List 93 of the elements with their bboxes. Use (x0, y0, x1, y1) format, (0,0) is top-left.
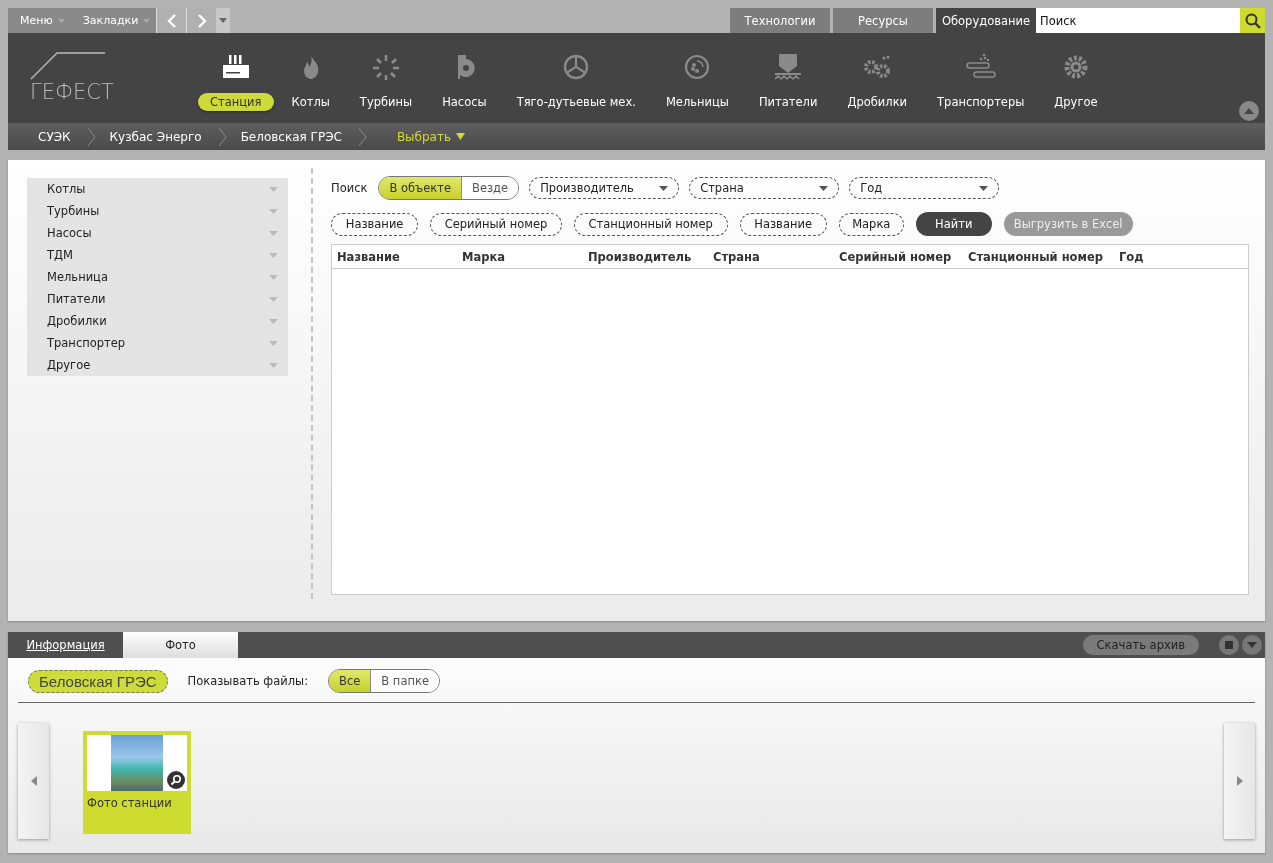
search-icon (1244, 12, 1261, 29)
caret-icon (269, 340, 278, 346)
arrow-right-icon (1236, 776, 1243, 786)
sidebar-item[interactable]: Транспортер (27, 332, 288, 354)
filter-field[interactable]: Станционный номер (573, 212, 728, 236)
filter-field[interactable]: Марка (838, 212, 904, 236)
zoom-icon[interactable] (167, 771, 185, 789)
forward-button[interactable] (186, 8, 217, 33)
caret-icon (269, 318, 278, 324)
files-option[interactable]: В папке (371, 670, 439, 692)
caret-icon (269, 274, 278, 280)
panel-tab[interactable]: Информация (8, 632, 123, 658)
column-header: Производитель (588, 249, 693, 264)
logo-text: ГЕФЕСТ (30, 80, 115, 104)
caret-icon (57, 18, 65, 23)
find-button[interactable]: Найти (915, 212, 992, 236)
breadcrumb-link[interactable]: Кузбас Энерго (109, 129, 218, 144)
photo-card[interactable]: Фото станции (83, 731, 191, 834)
sidebar-item[interactable]: Другое (27, 354, 288, 376)
sidebar-item[interactable]: Турбины (27, 200, 288, 222)
stop-button[interactable] (1219, 635, 1239, 655)
column-header: Марка (462, 249, 506, 264)
chevron-right-icon (196, 13, 207, 28)
category-tab[interactable]: Котлы (279, 93, 342, 111)
fan-icon (371, 53, 401, 81)
category-tab[interactable]: Дробилки (835, 93, 920, 111)
caret-up-icon (1244, 108, 1254, 114)
panel-tab[interactable]: Фото (123, 632, 238, 658)
search-label: Поиск (331, 181, 368, 195)
expand-button[interactable] (1242, 635, 1262, 655)
column-header: Станционный номер (968, 249, 1104, 264)
caret-icon (979, 185, 989, 191)
sidebar-item[interactable]: Насосы (27, 222, 288, 244)
section-tab[interactable]: Оборудование (936, 8, 1036, 33)
square-icon (1225, 641, 1233, 649)
section-tab[interactable]: Ресурсы (833, 8, 933, 33)
column-header: Название (337, 249, 401, 264)
collapse-button[interactable] (1239, 101, 1259, 121)
category-tab[interactable]: Мельницы (653, 93, 741, 111)
section-tab[interactable]: Технологии (730, 8, 830, 33)
category-tab[interactable]: Другое (1042, 93, 1110, 111)
chevron-icon (86, 126, 96, 147)
factory-icon (220, 53, 251, 81)
chevron-icon (217, 126, 227, 147)
column-header: Серийный номер (839, 249, 953, 264)
category-tab[interactable]: Питатели (746, 93, 830, 111)
photo-placeholder (111, 735, 163, 791)
sidebar-item[interactable]: Котлы (27, 178, 288, 200)
files-option[interactable]: Все (329, 670, 372, 692)
caret-icon (1247, 642, 1257, 648)
caret-icon (269, 230, 278, 236)
category-tab[interactable]: Насосы (430, 93, 499, 111)
column-header: Страна (713, 249, 761, 264)
sidebar-item[interactable]: Дробилки (27, 310, 288, 332)
category-tab[interactable]: Тяго-дутьевые мех. (504, 93, 648, 111)
chevron-icon (357, 126, 367, 147)
caret-icon (269, 208, 278, 214)
caret-icon (269, 252, 278, 258)
caret-icon (269, 186, 278, 192)
sidebar-item[interactable]: ТДМ (27, 244, 288, 266)
show-files-label: Показывать файлы: (187, 674, 309, 688)
caret-icon (219, 18, 228, 23)
select-dropdown[interactable]: Выбрать (396, 129, 466, 144)
arrow-left-icon (30, 776, 37, 786)
object-tag: Беловская ГРЭС (28, 669, 168, 693)
breadcrumb-link[interactable]: СУЭК (38, 129, 87, 144)
hopper-icon (773, 53, 804, 81)
filter-field[interactable]: Название (331, 212, 419, 236)
dropdown-button[interactable] (216, 8, 231, 33)
sidebar-item[interactable]: Мельница (27, 266, 288, 288)
column-header: Год (1119, 249, 1145, 264)
caret-icon (143, 18, 151, 23)
conveyor-icon (965, 53, 996, 81)
caret-icon (819, 185, 829, 191)
search-button[interactable] (1240, 8, 1265, 33)
caret-icon (456, 133, 466, 140)
photo-caption: Фото станции (87, 796, 173, 810)
back-button[interactable] (156, 8, 187, 33)
filter-field[interactable]: Серийный номер (430, 212, 562, 236)
caret-icon (659, 185, 669, 191)
scope-option[interactable]: В объекте (379, 177, 463, 199)
download-archive-button[interactable]: Скачать архив (1082, 635, 1199, 655)
chevron-left-icon (166, 13, 177, 28)
caret-icon (269, 296, 278, 302)
caret-icon (269, 362, 278, 368)
sidebar-item[interactable]: Питатели (27, 288, 288, 310)
search-field[interactable]: Поиск (1036, 8, 1240, 33)
category-tab[interactable]: Транспортеры (925, 93, 1037, 111)
category-tab[interactable]: Турбины (347, 93, 425, 111)
category-tab[interactable]: Станция (198, 93, 274, 111)
breadcrumb-link[interactable]: Беловская ГРЭС (240, 129, 358, 144)
filter-field[interactable]: Название (739, 212, 827, 236)
gears-icon (862, 53, 893, 81)
